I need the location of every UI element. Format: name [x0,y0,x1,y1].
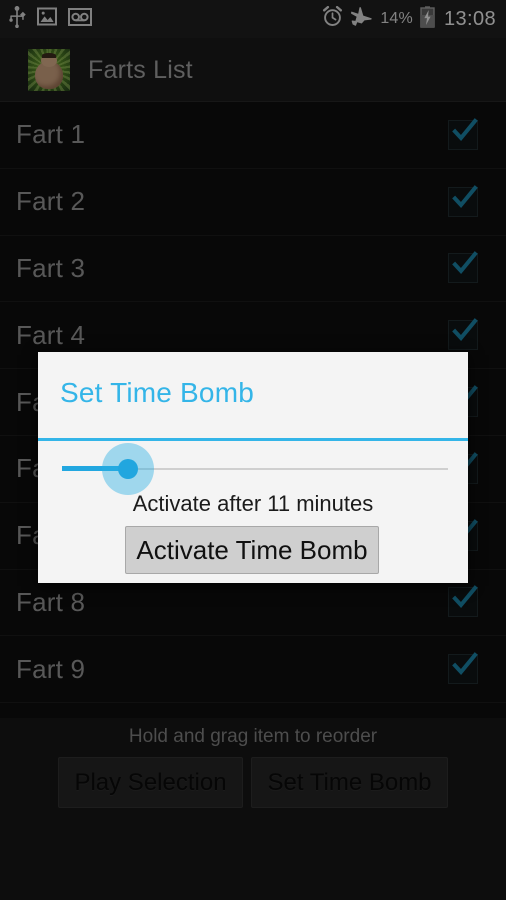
phone-screen: 14% 13:08 Farts List Fart 1 Fart 2 Fart 3F… [0,0,506,900]
set-time-bomb-dialog: Set Time Bomb Activate after 11 minutes … [38,352,468,583]
slider-value-label: Activate after 11 minutes [132,491,374,516]
slider-thumb[interactable] [117,459,138,479]
activate-time-bomb-button[interactable]: Activate Time Bomb [125,526,379,574]
dialog-title: Set Time Bomb [60,377,255,408]
